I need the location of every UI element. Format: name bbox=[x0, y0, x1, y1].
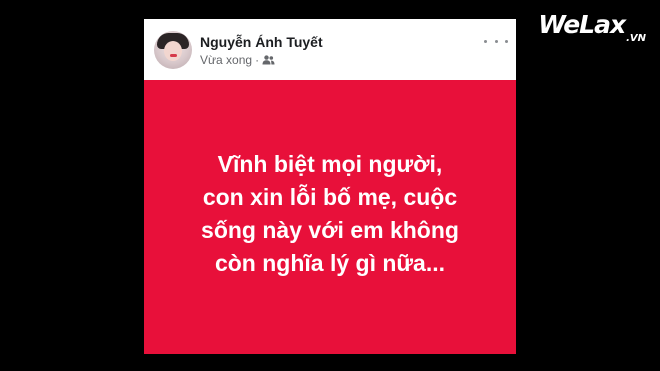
facebook-post-card: Nguyễn Ánh Tuyết Vừa xong · Vĩnh biệt mọ… bbox=[144, 19, 516, 354]
welax-watermark: WeLax .VN bbox=[538, 8, 646, 56]
more-dot bbox=[494, 39, 498, 43]
post-text-line: sống này với em không bbox=[201, 217, 459, 243]
post-text-line: con xin lỗi bố mẹ, cuộc bbox=[202, 184, 458, 210]
avatar[interactable] bbox=[154, 31, 192, 69]
watermark-suffix: .VN bbox=[626, 33, 646, 44]
post-meta: Vừa xong · bbox=[200, 52, 275, 68]
post-text: Vĩnh biệt mọi người, con xin lỗi bố mẹ, … bbox=[165, 148, 495, 280]
more-options-icon[interactable] bbox=[484, 33, 508, 49]
post-text-line: còn nghĩa lý gì nữa... bbox=[214, 250, 446, 276]
avatar-lips bbox=[170, 54, 177, 57]
avatar-face bbox=[164, 41, 182, 61]
friends-icon[interactable] bbox=[262, 55, 275, 65]
meta-separator: · bbox=[255, 53, 260, 67]
author-name[interactable]: Nguyễn Ánh Tuyết bbox=[200, 33, 323, 51]
watermark-brand: WeLax bbox=[538, 10, 626, 39]
post-text-line: Vĩnh biệt mọi người, bbox=[217, 151, 443, 177]
more-dot bbox=[505, 39, 508, 43]
post-header: Nguyễn Ánh Tuyết Vừa xong · bbox=[144, 19, 516, 79]
more-dot bbox=[484, 39, 487, 43]
post-text-background: Vĩnh biệt mọi người, con xin lỗi bố mẹ, … bbox=[144, 80, 516, 354]
post-timestamp[interactable]: Vừa xong bbox=[200, 52, 252, 68]
